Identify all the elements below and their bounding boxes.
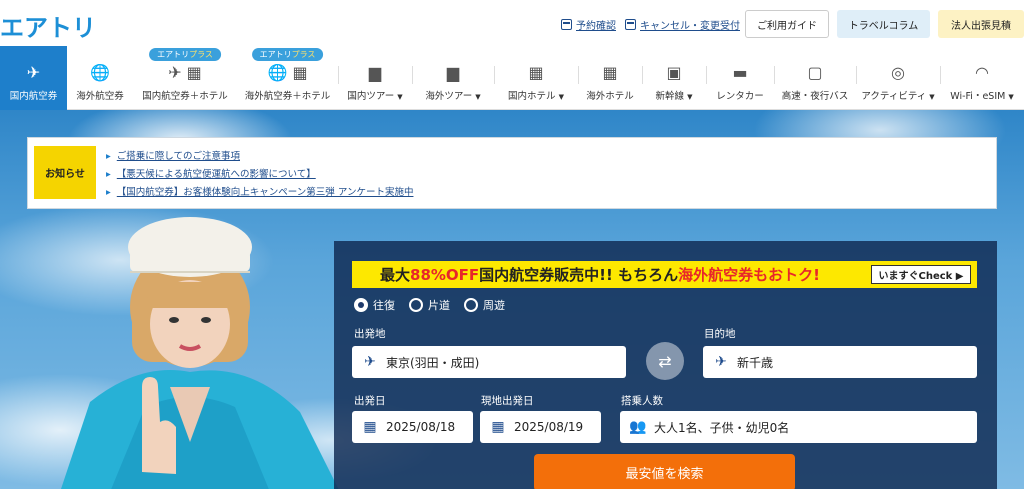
nav-rental-car[interactable]: ▬ レンタカー xyxy=(706,46,774,110)
calendar-icon: ▦ xyxy=(363,419,377,435)
departure-label: 出発地 xyxy=(354,328,386,340)
nav-domestic-hotels[interactable]: ▦ 国内ホテル ▼ xyxy=(494,46,578,110)
notice-list: ご搭乗に際してのご注意事項 【悪天候による航空便運航への影響について】 【国内航… xyxy=(106,148,414,202)
plane-landing-icon: ✈ xyxy=(715,354,727,370)
airplane-icon: ✈ xyxy=(26,62,41,82)
nav-international-flights[interactable]: 🌐 海外航空券 xyxy=(67,46,133,110)
radio-multi-city[interactable]: 周遊 xyxy=(464,297,505,313)
radio-round-trip[interactable]: 往復 xyxy=(354,297,395,313)
activity-icon: ◎ xyxy=(891,62,905,82)
radio-unchecked-icon xyxy=(464,298,478,312)
nav-activities[interactable]: ◎ アクティビティ ▼ xyxy=(856,46,940,110)
hotel-icon: ▦ xyxy=(602,62,618,82)
bus-icon: ▢ xyxy=(807,62,823,82)
hero-section: お知らせ ご搭乗に際してのご注意事項 【悪天候による航空便運航への影響について】… xyxy=(0,110,1024,489)
departure-field[interactable]: ✈ 東京(羽田・成田) xyxy=(352,346,626,378)
business-quote-button[interactable]: 法人出張見積 xyxy=(938,10,1024,38)
globe-plane-icon: 🌐 xyxy=(90,62,110,82)
destination-label: 目的地 xyxy=(704,328,736,340)
car-icon: ▬ xyxy=(732,62,748,82)
nav-domestic-flight-hotel[interactable]: エアトリプラス ✈ ▦ 国内航空券＋ホテル xyxy=(133,46,237,110)
chevron-down-icon: ▼ xyxy=(1008,93,1014,101)
nav-highway-bus[interactable]: ▢ 高速・夜行バス xyxy=(774,46,856,110)
chevron-down-icon: ▼ xyxy=(687,93,693,101)
destination-field[interactable]: ✈ 新千歳 xyxy=(703,346,977,378)
radio-one-way[interactable]: 片道 xyxy=(409,297,450,313)
nav-international-flight-hotel[interactable]: エアトリプラス 🌐 ▦ 海外航空券＋ホテル xyxy=(237,46,338,110)
chevron-down-icon: ▼ xyxy=(558,93,564,101)
notice-link[interactable]: 【国内航空券】お客様体験向上キャンペーン第三弾 アンケート実施中 xyxy=(106,184,414,202)
notice-link[interactable]: ご搭乗に際してのご注意事項 xyxy=(106,148,413,166)
plane-takeoff-icon: ✈ xyxy=(364,354,376,370)
nav-shinkansen[interactable]: ▣ 新幹線 ▼ xyxy=(642,46,706,110)
mascot-character-image xyxy=(61,217,339,489)
nav-domestic-tours[interactable]: ▆ 国内ツアー ▼ xyxy=(338,46,412,110)
search-cheapest-button[interactable]: 最安値を検索 xyxy=(534,454,795,489)
wifi-icon: ◠ xyxy=(975,62,989,82)
calendar-x-icon xyxy=(625,19,636,30)
passengers-label: 搭乗人数 xyxy=(621,395,663,407)
top-header: エアトリ 予約確認 キャンセル・変更受付 ご利用ガイド トラベルコラム 法人出張… xyxy=(0,0,1024,46)
nav-wifi-esim[interactable]: ◠ Wi-Fi・eSIM ▼ xyxy=(940,46,1024,110)
radio-unchecked-icon xyxy=(409,298,423,312)
depart-date-label: 出発日 xyxy=(354,395,386,407)
hotel-icon: ▦ xyxy=(528,62,544,82)
passengers-field[interactable]: 👥 大人1名、子供・幼児0名 xyxy=(620,411,977,443)
return-date-label: 現地出発日 xyxy=(481,395,534,407)
aitri-plus-badge: エアトリプラス xyxy=(149,48,221,61)
chevron-down-icon: ▼ xyxy=(929,93,935,101)
nav-international-hotels[interactable]: ▦ 海外ホテル xyxy=(578,46,642,110)
chevron-down-icon: ▼ xyxy=(475,93,481,101)
suitcase-icon: ▆ xyxy=(368,62,382,82)
notice-label: お知らせ xyxy=(34,146,96,199)
reservation-check-link[interactable]: 予約確認 xyxy=(561,17,616,32)
swap-arrows-icon: ⇄ xyxy=(658,351,672,371)
notice-link[interactable]: 【悪天候による航空便運航への影響について】 xyxy=(106,166,413,184)
people-icon: 👥 xyxy=(629,419,647,435)
site-logo[interactable]: エアトリ xyxy=(0,8,96,43)
cancel-change-link[interactable]: キャンセル・変更受付 xyxy=(625,17,740,32)
swap-locations-button[interactable]: ⇄ xyxy=(646,342,684,380)
flight-search-panel: 最大 88%OFF 国内航空券販売中!! もちろん 海外航空券もおトク! いますぐC… xyxy=(334,241,997,489)
calendar-icon: ▦ xyxy=(491,419,505,435)
depart-date-field[interactable]: ▦ 2025/08/18 xyxy=(352,411,473,443)
check-now-button[interactable]: いますぐCheck ▶ xyxy=(871,265,971,284)
travel-column-button[interactable]: トラベルコラム xyxy=(837,10,930,38)
trip-type-radios: 往復 片道 周遊 xyxy=(354,297,505,313)
nav-international-tours[interactable]: ▆ 海外ツアー ▼ xyxy=(412,46,494,110)
nav-domestic-flights[interactable]: ✈ 国内航空券 xyxy=(0,46,67,110)
globe-hotel-icon: 🌐 ▦ xyxy=(267,62,308,82)
service-nav: ✈ 国内航空券 🌐 海外航空券 エアトリプラス ✈ ▦ 国内航空券＋ホテル エア… xyxy=(0,46,1024,110)
suitcase-icon: ▆ xyxy=(446,62,460,82)
train-icon: ▣ xyxy=(666,62,682,82)
notice-box: お知らせ ご搭乗に際してのご注意事項 【悪天候による航空便運航への影響について】… xyxy=(27,137,997,209)
user-guide-button[interactable]: ご利用ガイド xyxy=(745,10,829,38)
plane-hotel-icon: ✈ ▦ xyxy=(168,62,202,82)
radio-checked-icon xyxy=(354,298,368,312)
promo-banner[interactable]: 最大 88%OFF 国内航空券販売中!! もちろん 海外航空券もおトク! いますぐC… xyxy=(352,261,977,288)
chevron-down-icon: ▼ xyxy=(397,93,403,101)
aitri-plus-badge: エアトリプラス xyxy=(251,48,324,61)
return-date-field[interactable]: ▦ 2025/08/19 xyxy=(480,411,601,443)
calendar-icon xyxy=(561,19,572,30)
